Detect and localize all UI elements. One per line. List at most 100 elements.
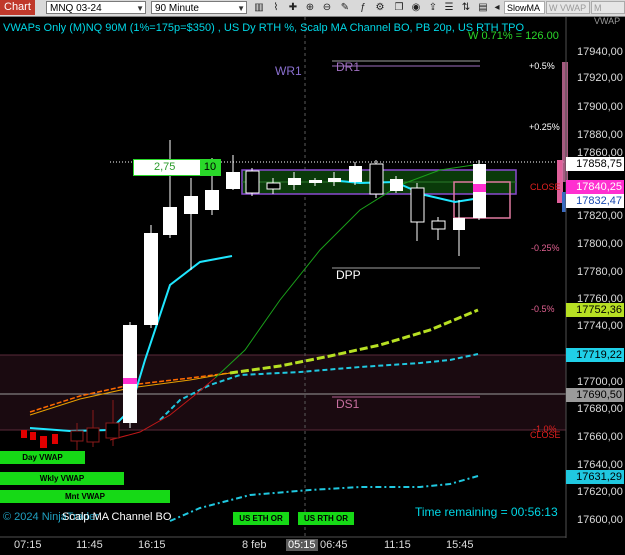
properties-icon[interactable]: ☰ xyxy=(441,1,457,14)
candle-bear xyxy=(369,163,384,195)
vwap-band-price-box: 17719,22 xyxy=(566,348,624,362)
interval-selector[interactable]: 90 Minute ▼ xyxy=(151,1,247,14)
copy-icon[interactable]: ❐ xyxy=(391,1,407,14)
price-tick: 17800,00 xyxy=(577,238,623,250)
indicator-tab-w-vwap[interactable]: W VWAP xyxy=(546,1,590,14)
instrument-value: MNQ 03-24 xyxy=(50,3,102,14)
pivot-zone-shading xyxy=(0,355,566,430)
time-tick: 11:45 xyxy=(76,539,103,551)
scalp-label: Scalp MA Channel BO xyxy=(62,511,172,523)
ds1-label: DS1 xyxy=(336,397,360,411)
time-cursor-label: 05:15 xyxy=(286,539,318,551)
price-tick: 17940,00 xyxy=(577,46,623,58)
time-tick: 15:45 xyxy=(446,539,474,551)
dpp-label: DPP xyxy=(336,268,361,282)
chart-title: VWAPs Only (M)NQ 90M (1%=175p=$350) , US… xyxy=(3,22,525,34)
pct-plus-05: +0.5% xyxy=(529,61,555,71)
candle-bear xyxy=(410,187,425,223)
scroll-left-icon[interactable]: ◂ xyxy=(491,1,503,14)
price-tick: 17680,00 xyxy=(577,403,623,415)
price-tick: 17780,00 xyxy=(577,266,623,278)
time-tick: 07:15 xyxy=(14,539,42,551)
candle-bear xyxy=(431,220,446,230)
time-tick: 16:15 xyxy=(138,539,166,551)
fx-indicators-icon[interactable]: ƒ xyxy=(355,1,371,14)
us-rth-or-button[interactable]: US RTH OR xyxy=(298,512,354,525)
chart-toolbar: Chart MNQ 03-24 ▼ 90 Minute ▼ ▥ ⌇ ✚ ⊕ ⊖ … xyxy=(0,0,625,26)
weekly-range-overlay: W 0.71% = 126.00 xyxy=(468,30,559,42)
candle-bull xyxy=(123,325,137,423)
candle-doji xyxy=(309,180,322,183)
weekly-vwap-price-box: 17752,36 xyxy=(566,303,624,317)
monthly-vwap-price-box: 17631,29 xyxy=(566,470,624,484)
crosshair-icon[interactable]: ✚ xyxy=(285,1,301,14)
candle-bull xyxy=(390,179,403,191)
price-tick: 17620,00 xyxy=(577,486,623,498)
us-eth-or-button[interactable]: US ETH OR xyxy=(233,512,289,525)
chart-tab[interactable]: Chart xyxy=(0,0,35,15)
candle-bull xyxy=(226,172,240,189)
interval-value: 90 Minute xyxy=(155,3,199,14)
pct-minus-05: -0.5% xyxy=(531,304,555,314)
price-tick: 17820,00 xyxy=(577,210,623,222)
share-icon[interactable]: ⇪ xyxy=(425,1,441,14)
price-tick: 17700,00 xyxy=(577,376,623,388)
zoom-out-icon[interactable]: ⊖ xyxy=(319,1,335,14)
price-tick: 17900,00 xyxy=(577,101,623,113)
price-tick: 17600,00 xyxy=(577,514,623,526)
callout-value: 2,75 xyxy=(154,161,176,173)
time-tick: 06:45 xyxy=(320,539,348,551)
candle-magenta-mark xyxy=(123,378,137,384)
indicator-tab-m-vwap[interactable]: M VWAP xyxy=(591,1,625,26)
pct-minus-025: -0.25% xyxy=(531,243,560,253)
price-tick: 17740,00 xyxy=(577,320,623,332)
magenta-price-box: 17840,25 xyxy=(566,180,624,194)
dr1-label: DR1 xyxy=(336,60,361,74)
candle-red xyxy=(21,430,27,438)
weekly-vwap-button[interactable]: Wkly VWAP xyxy=(0,472,124,485)
candle-bull xyxy=(144,233,158,325)
candle-red xyxy=(30,432,36,440)
candle-red xyxy=(40,436,47,448)
candle-doji xyxy=(328,178,341,182)
candle-bear xyxy=(105,422,120,439)
chevron-down-icon: ▼ xyxy=(237,4,245,13)
blue-price-box: 17832,47 xyxy=(566,194,624,208)
candle-bear xyxy=(86,427,100,443)
candle-bull xyxy=(453,218,465,230)
candle-bull xyxy=(205,190,219,210)
draw-tools-icon[interactable]: ⌇ xyxy=(268,1,284,14)
wr1-label: WR1 xyxy=(275,64,302,78)
pencil-icon[interactable]: ✎ xyxy=(337,1,353,14)
indicator-tab-slowma[interactable]: SlowMA xyxy=(504,1,545,14)
pct-plus-025: +0.25% xyxy=(529,122,560,132)
candle-bear xyxy=(70,430,84,442)
candle-bull xyxy=(184,196,198,214)
instrument-selector[interactable]: MNQ 03-24 ▼ xyxy=(46,1,146,14)
price-tick: 17920,00 xyxy=(577,72,623,84)
day-vwap-button[interactable]: Day VWAP xyxy=(0,451,85,464)
bar-style-icon[interactable]: ▥ xyxy=(251,1,267,14)
camera-icon[interactable]: ◉ xyxy=(408,1,424,14)
last-price-box: 17858,75 xyxy=(566,157,624,171)
candle-bull xyxy=(288,178,301,185)
trade-callout[interactable]: 2,75 10 xyxy=(133,159,221,176)
chart-trader-icon[interactable]: ⇅ xyxy=(458,1,474,14)
close-label-2: CLOSE xyxy=(530,430,561,440)
candle-bear xyxy=(266,182,281,190)
candle-bear xyxy=(245,170,260,194)
candle-magenta-mark xyxy=(473,184,486,192)
time-remaining: Time remaining = 00:56:13 xyxy=(415,505,558,519)
price-tick: 17660,00 xyxy=(577,431,623,443)
zoom-in-icon[interactable]: ⊕ xyxy=(302,1,318,14)
callout-count: 10 xyxy=(200,160,220,175)
candle-bull xyxy=(349,166,362,182)
gray-price-box: 17690,50 xyxy=(566,388,624,402)
chevron-down-icon: ▼ xyxy=(136,4,144,13)
candle-bull xyxy=(163,207,177,235)
time-tick: 8 feb xyxy=(242,539,267,551)
monthly-vwap-button[interactable]: Mnt VWAP xyxy=(0,490,170,503)
strategy-icon[interactable]: ⚙ xyxy=(372,1,388,14)
flatten-icon[interactable]: ▤ xyxy=(475,1,491,14)
candle-red xyxy=(52,434,58,444)
